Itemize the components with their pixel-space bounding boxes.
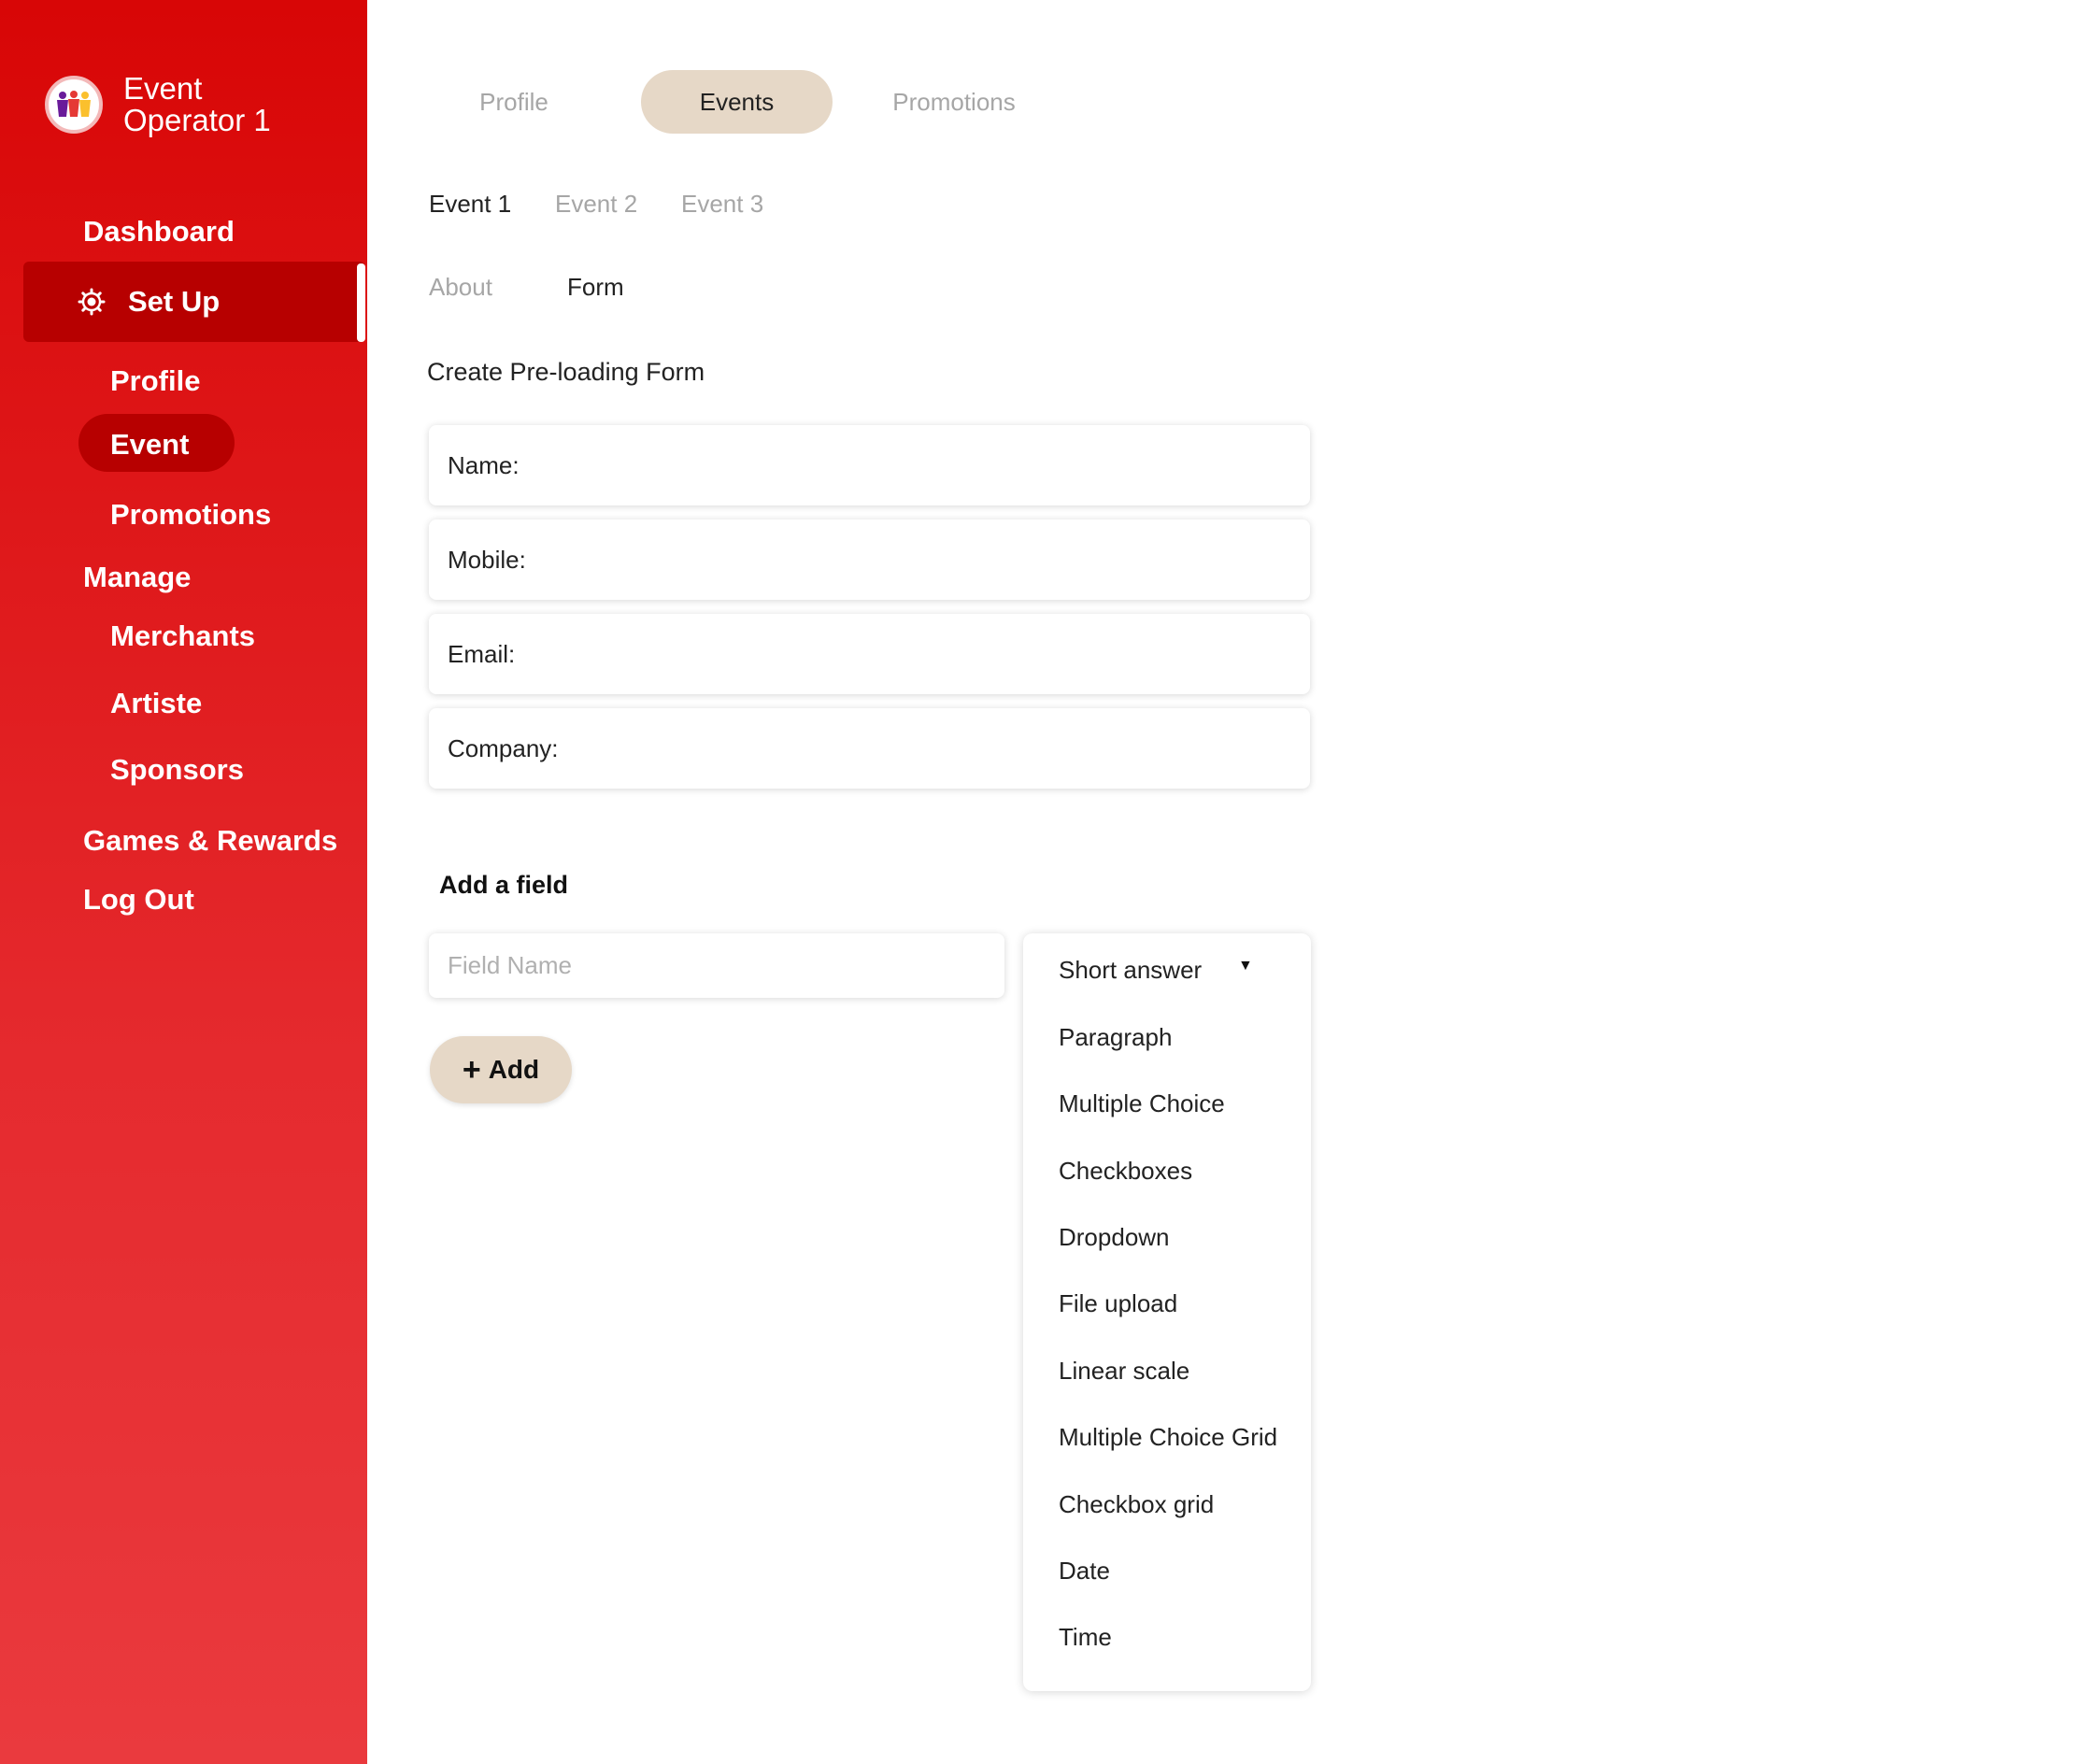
- plus-icon: +: [462, 1052, 481, 1088]
- form-field-company[interactable]: Company:: [429, 708, 1310, 789]
- field-type-option[interactable]: Checkboxes: [1059, 1157, 1192, 1186]
- sidebar-item-profile[interactable]: Profile: [110, 364, 200, 398]
- sidebar-item-setup-label: Set Up: [128, 285, 221, 318]
- caret-down-icon[interactable]: ▼: [1238, 958, 1253, 974]
- brand-name-line2: Operator 1: [123, 103, 271, 137]
- form-title: Create Pre-loading Form: [427, 358, 705, 386]
- brand-name: Event Operator 1: [123, 73, 271, 136]
- field-type-option[interactable]: Date: [1059, 1557, 1110, 1586]
- tab-profile[interactable]: Profile: [449, 70, 579, 134]
- field-type-option[interactable]: Multiple Choice: [1059, 1089, 1225, 1118]
- sidebar-item-sponsors[interactable]: Sponsors: [110, 753, 244, 787]
- field-type-dropdown[interactable]: Short answer ▼ Paragraph Multiple Choice…: [1023, 933, 1311, 1691]
- sidebar-item-promotions[interactable]: Promotions: [110, 498, 271, 532]
- field-type-option[interactable]: Checkbox grid: [1059, 1490, 1214, 1519]
- tab-event-3[interactable]: Event 3: [681, 190, 763, 219]
- brand-logo: [45, 76, 103, 134]
- add-field-button-label: Add: [488, 1055, 540, 1084]
- sidebar-item-setup[interactable]: Set Up: [23, 262, 365, 342]
- field-type-option[interactable]: Multiple Choice Grid: [1059, 1423, 1277, 1452]
- sidebar-item-merchants[interactable]: Merchants: [110, 619, 255, 653]
- sidebar-item-games-rewards[interactable]: Games & Rewards: [83, 824, 337, 858]
- tab-form[interactable]: Form: [567, 273, 624, 302]
- sidebar-item-artiste[interactable]: Artiste: [110, 687, 202, 720]
- form-field-email-label: Email:: [448, 639, 516, 668]
- people-logo-icon: [57, 91, 91, 117]
- active-indicator: [357, 263, 365, 342]
- add-field-button[interactable]: + Add: [430, 1036, 572, 1103]
- form-field-mobile[interactable]: Mobile:: [429, 519, 1310, 600]
- tab-about[interactable]: About: [429, 273, 492, 302]
- sidebar-item-logout[interactable]: Log Out: [83, 883, 194, 917]
- field-type-option[interactable]: File upload: [1059, 1289, 1177, 1318]
- sidebar-item-manage[interactable]: Manage: [83, 561, 191, 594]
- form-field-email[interactable]: Email:: [429, 614, 1310, 694]
- field-type-selected[interactable]: Short answer: [1059, 956, 1202, 985]
- tab-event-1[interactable]: Event 1: [429, 190, 511, 219]
- field-type-option[interactable]: Time: [1059, 1623, 1112, 1652]
- brand: Event Operator 1: [45, 73, 271, 136]
- form-field-name-label: Name:: [448, 450, 520, 479]
- form-field-name[interactable]: Name:: [429, 425, 1310, 505]
- tab-event-2[interactable]: Event 2: [555, 190, 637, 219]
- form-field-company-label: Company:: [448, 733, 559, 762]
- sidebar: Event Operator 1 Dashboard Set Up Profil…: [0, 0, 367, 1764]
- add-field-title: Add a field: [439, 871, 569, 899]
- form-field-mobile-label: Mobile:: [448, 545, 526, 574]
- tab-promotions[interactable]: Promotions: [875, 70, 1033, 134]
- field-type-option[interactable]: Linear scale: [1059, 1357, 1189, 1386]
- gear-icon: [78, 288, 106, 316]
- brand-name-line1: Event: [123, 71, 203, 106]
- field-type-option[interactable]: Dropdown: [1059, 1223, 1170, 1252]
- field-name-input[interactable]: [429, 933, 1004, 998]
- field-type-option[interactable]: Paragraph: [1059, 1023, 1172, 1052]
- tab-events[interactable]: Events: [641, 70, 833, 134]
- sidebar-item-event[interactable]: Event: [110, 428, 189, 462]
- sidebar-item-dashboard[interactable]: Dashboard: [83, 215, 235, 249]
